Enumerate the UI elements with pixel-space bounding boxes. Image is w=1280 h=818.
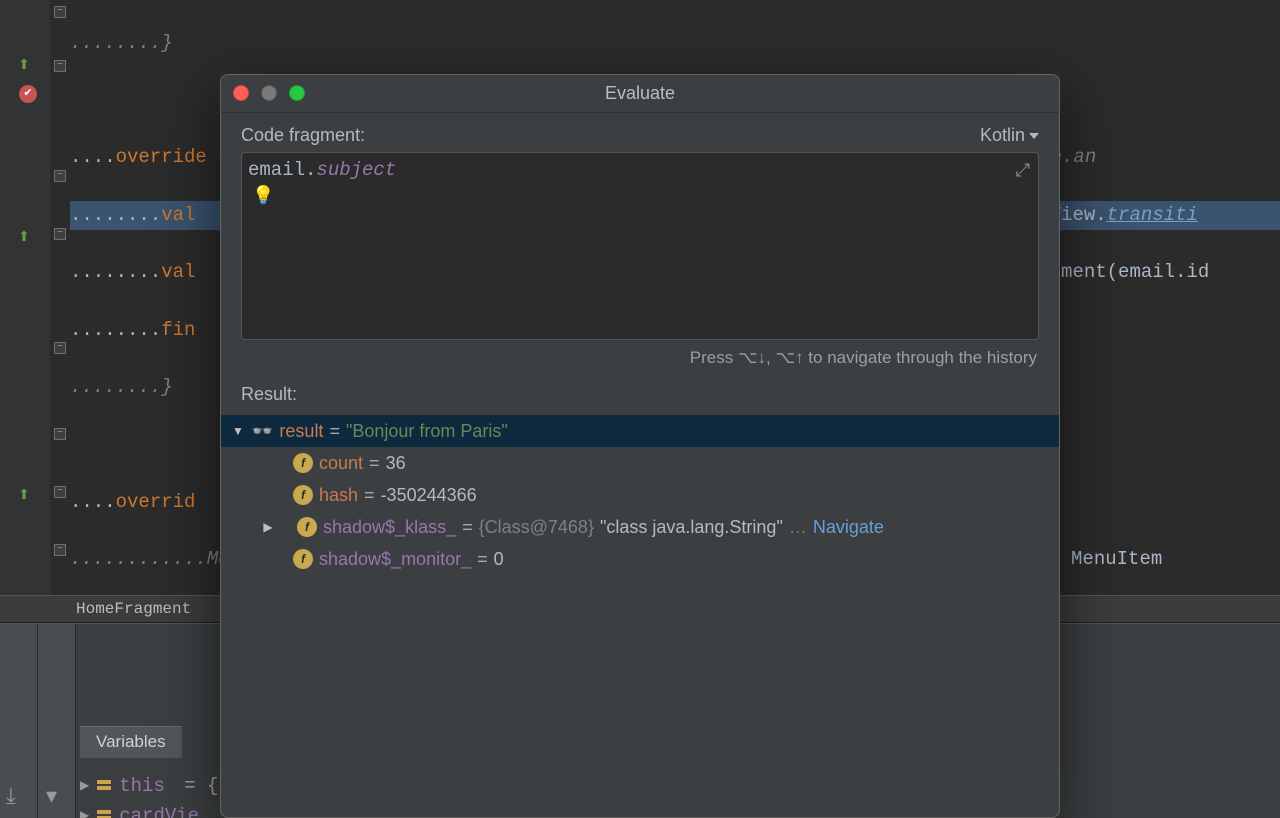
result-field-row[interactable]: f hash = -350244366 [221,479,1059,511]
field-icon: f [293,549,313,569]
chevron-down-icon [1029,133,1039,139]
navigate-link[interactable]: Navigate [813,511,884,543]
dialog-titlebar[interactable]: Evaluate [221,75,1059,113]
result-field-row[interactable]: f shadow$_monitor_ = 0 [221,543,1059,575]
result-tree[interactable]: ▼ 👓 result = "Bonjour from Paris" f coun… [221,411,1059,575]
intention-bulb-icon[interactable]: 💡 [252,185,274,207]
fold-toggle[interactable]: − [54,228,66,240]
fold-toggle[interactable]: − [54,170,66,182]
history-hint: Press ⌥↓, ⌥↑ to navigate through the his… [221,340,1059,368]
object-icon [97,810,111,818]
expand-icon[interactable]: ▶ [261,511,275,543]
close-icon[interactable] [233,85,249,101]
breakpoint-icon[interactable]: ✔ [18,84,38,104]
zoom-icon[interactable] [289,85,305,101]
evaluate-dialog: Evaluate Code fragment: Kotlin email.sub… [220,74,1060,818]
code-fragment-input[interactable]: email.subject 💡 ⤢ [241,152,1039,340]
field-icon: f [293,485,313,505]
result-label: Result: [241,384,297,405]
filter-icon[interactable]: ▾ [46,784,57,813]
result-root-row[interactable]: ▼ 👓 result = "Bonjour from Paris" [221,415,1059,447]
fold-toggle[interactable]: − [54,6,66,18]
override-gutter-icon[interactable]: ⬆ [14,56,34,76]
fold-toggle[interactable]: − [54,60,66,72]
variables-tab[interactable]: Variables [80,726,182,758]
variable-row[interactable]: ▶ this = {H [80,772,230,801]
object-icon [97,780,111,792]
result-field-row[interactable]: ▶ f shadow$_klass_ = {Class@7468} "class… [221,511,1059,543]
override-gutter-icon[interactable]: ⬆ [14,486,34,506]
expand-icon[interactable]: ▶ [80,802,89,818]
fold-toggle[interactable]: − [54,342,66,354]
field-icon: f [297,517,317,537]
breadcrumb-item[interactable]: HomeFragment [76,595,191,624]
field-icon: f [293,453,313,473]
window-controls [233,85,305,101]
code-line: ........} [70,29,1280,58]
fold-toggle[interactable]: − [54,544,66,556]
variable-row[interactable]: ▶ cardVie [80,802,199,818]
collapse-icon[interactable]: ▼ [231,415,245,447]
code-fragment-label: Code fragment: [241,125,365,146]
step-down-icon[interactable]: ⤓ [6,784,16,813]
result-field-row[interactable]: f count = 36 [221,447,1059,479]
fold-toggle[interactable]: − [54,486,66,498]
minimize-icon[interactable] [261,85,277,101]
expand-editor-icon[interactable]: ⤢ [1016,161,1030,182]
dialog-title: Evaluate [605,83,675,104]
watch-icon: 👓 [251,415,273,447]
expand-icon[interactable]: ▶ [80,772,89,801]
override-gutter-icon[interactable]: ⬆ [14,228,34,248]
language-dropdown[interactable]: Kotlin [980,125,1039,146]
fold-toggle[interactable]: − [54,428,66,440]
code-fragment-text: email.subject [248,159,396,181]
